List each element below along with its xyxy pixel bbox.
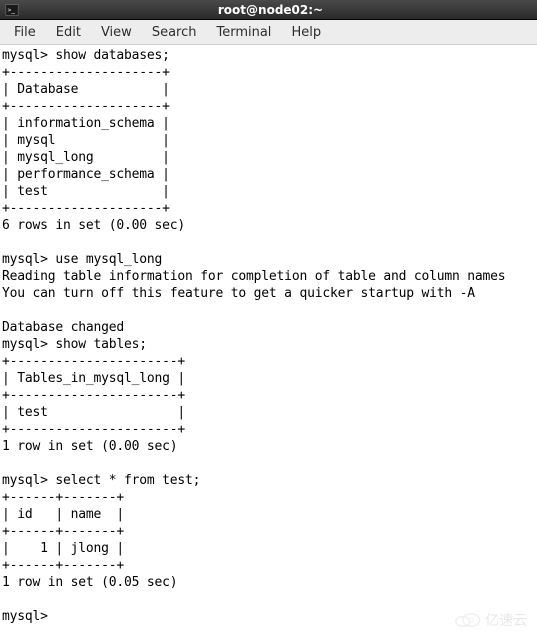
menu-view[interactable]: View bbox=[91, 21, 142, 44]
menu-terminal[interactable]: Terminal bbox=[206, 21, 281, 44]
menu-help[interactable]: Help bbox=[281, 21, 331, 44]
watermark-text: 亿速云 bbox=[485, 610, 527, 630]
window-title: root@node02:~ bbox=[24, 3, 537, 17]
terminal-output[interactable]: mysql> show databases; +----------------… bbox=[0, 45, 537, 625]
window-titlebar: >_ root@node02:~ bbox=[0, 0, 537, 20]
menubar: File Edit View Search Terminal Help bbox=[0, 20, 537, 45]
svg-text:>_: >_ bbox=[8, 6, 16, 13]
menu-file[interactable]: File bbox=[4, 21, 46, 44]
watermark: 亿速云 bbox=[453, 610, 527, 630]
menu-search[interactable]: Search bbox=[142, 21, 207, 44]
menu-edit[interactable]: Edit bbox=[46, 21, 91, 44]
terminal-app-icon: >_ bbox=[4, 2, 20, 18]
